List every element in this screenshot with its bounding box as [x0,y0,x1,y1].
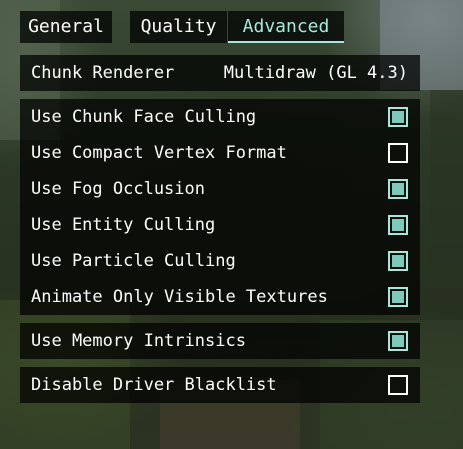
option-fog-occlusion[interactable]: Use Fog Occlusion [20,171,420,207]
option-label: Animate Only Visible Textures [31,287,328,307]
option-label: Use Compact Vertex Format [31,143,287,163]
memory-options-group: Use Memory Intrinsics [20,323,420,359]
checkbox-driver-blacklist[interactable] [388,375,408,395]
tab-advanced[interactable]: Advanced [228,11,344,43]
tab-quality[interactable]: Quality [130,11,227,43]
option-memory-intrinsics[interactable]: Use Memory Intrinsics [20,323,420,359]
option-chunk-face-culling[interactable]: Use Chunk Face Culling [20,99,420,135]
checkbox-animate-visible-textures[interactable] [388,287,408,307]
checkbox-memory-intrinsics[interactable] [388,331,408,351]
option-label: Use Fog Occlusion [31,179,205,199]
checkbox-chunk-face-culling[interactable] [388,107,408,127]
option-compact-vertex-format[interactable]: Use Compact Vertex Format [20,135,420,171]
option-driver-blacklist[interactable]: Disable Driver Blacklist [20,367,420,403]
checkbox-fog-occlusion[interactable] [388,179,408,199]
option-label: Use Memory Intrinsics [31,331,246,351]
checkbox-compact-vertex-format[interactable] [388,143,408,163]
checkbox-particle-culling[interactable] [388,251,408,271]
chunk-renderer-label: Chunk Renderer [31,63,175,83]
option-particle-culling[interactable]: Use Particle Culling [20,243,420,279]
driver-options-group: Disable Driver Blacklist [20,367,420,403]
chunk-renderer-option[interactable]: Chunk Renderer Multidraw (GL 4.3) [20,55,420,91]
checkbox-entity-culling[interactable] [388,215,408,235]
option-animate-visible-textures[interactable]: Animate Only Visible Textures [20,279,420,315]
option-label: Disable Driver Blacklist [31,375,277,395]
option-label: Use Chunk Face Culling [31,107,257,127]
option-label: Use Entity Culling [31,215,216,235]
option-label: Use Particle Culling [31,251,236,271]
chunk-renderer-group: Chunk Renderer Multidraw (GL 4.3) [20,55,420,91]
culling-options-group: Use Chunk Face Culling Use Compact Verte… [20,99,420,315]
tab-general[interactable]: General [20,11,112,43]
chunk-renderer-value: Multidraw (GL 4.3) [223,63,408,83]
option-entity-culling[interactable]: Use Entity Culling [20,207,420,243]
